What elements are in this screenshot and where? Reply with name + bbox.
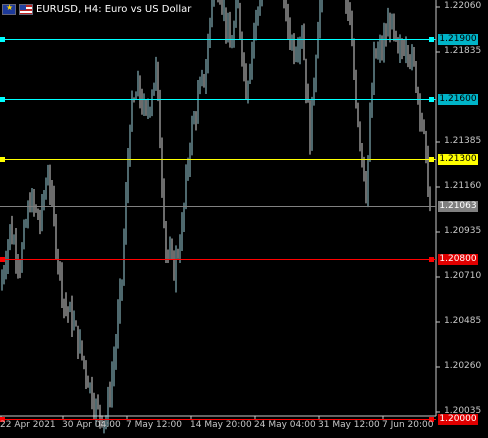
hline-121300-handle-left[interactable] bbox=[0, 157, 5, 162]
price-axis-label: 1.21835 bbox=[444, 46, 482, 56]
hline-120800-price-tag: 1.20800 bbox=[438, 253, 478, 265]
price-axis-label: 1.20485 bbox=[444, 316, 482, 326]
price-axis-label: 1.21160 bbox=[444, 181, 482, 191]
hline-121900-handle-left[interactable] bbox=[0, 37, 5, 42]
hline-121600-handle-left[interactable] bbox=[0, 97, 5, 102]
chart-title-bar: EURUSD, H4: Euro vs US Dollar bbox=[2, 2, 191, 16]
price-axis-label: 1.21385 bbox=[444, 136, 482, 146]
price-axis-label: 1.20710 bbox=[444, 271, 482, 281]
hline-121900-price-tag: 1.21900 bbox=[438, 33, 478, 45]
price-axis-label: 1.20260 bbox=[444, 361, 482, 371]
price-chart[interactable] bbox=[0, 0, 488, 438]
price-axis-label: 1.20935 bbox=[444, 226, 482, 236]
time-axis-label: 7 May 12:00 bbox=[126, 420, 182, 430]
hline-120000-price-tag: 1.20000 bbox=[438, 413, 478, 425]
time-axis-label: 7 Jun 20:00 bbox=[382, 420, 434, 430]
time-axis-label: 31 May 12:00 bbox=[318, 420, 380, 430]
time-axis-label: 24 May 04:00 bbox=[254, 420, 316, 430]
bid-line-price-tag: 1.21063 bbox=[438, 200, 478, 212]
price-axis-label: 1.22060 bbox=[444, 1, 482, 11]
eu-flag-icon bbox=[2, 3, 16, 15]
time-axis-label: 30 Apr 04:00 bbox=[62, 420, 121, 430]
time-axis-label: 22 Apr 2021 bbox=[0, 420, 56, 430]
hline-121900-handle-right[interactable] bbox=[429, 37, 434, 42]
chart-title: EURUSD, H4: Euro vs US Dollar bbox=[36, 3, 192, 15]
hline-121600-price-tag: 1.21600 bbox=[438, 93, 478, 105]
hline-121600-handle-right[interactable] bbox=[429, 97, 434, 102]
hline-120800-handle-left[interactable] bbox=[0, 257, 5, 262]
us-flag-icon bbox=[19, 3, 33, 15]
hline-120800-handle-right[interactable] bbox=[429, 257, 434, 262]
hline-121300-price-tag: 1.21300 bbox=[438, 153, 478, 165]
hline-121300-handle-right[interactable] bbox=[429, 157, 434, 162]
time-axis-label: 14 May 20:00 bbox=[190, 420, 252, 430]
chart-window[interactable]: EURUSD, H4: Euro vs US Dollar 1.227351.2… bbox=[0, 0, 488, 438]
